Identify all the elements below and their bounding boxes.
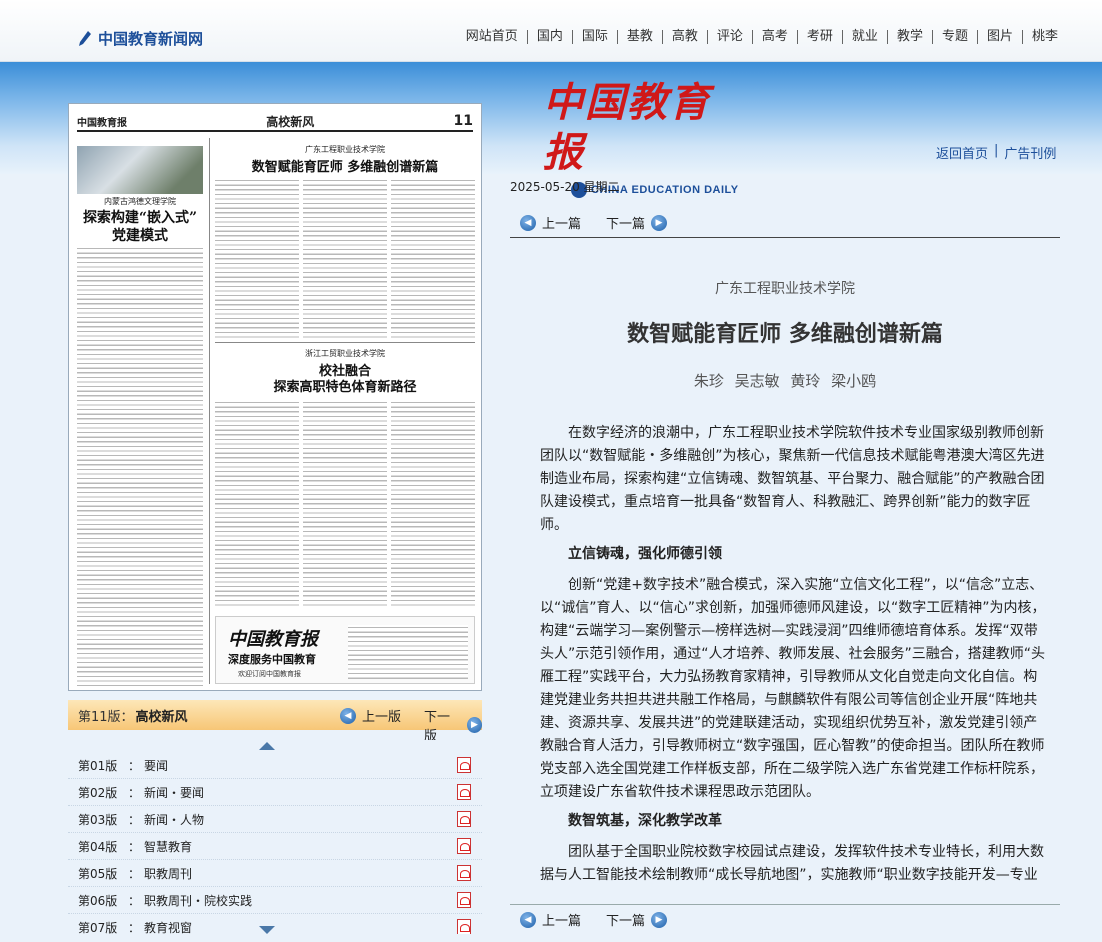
ad-details-text — [348, 625, 468, 679]
newspaper-header: 中国教育报 高校新风 11 — [77, 112, 473, 132]
nav-topics[interactable]: 专题 — [933, 30, 978, 44]
right-article-text-col2 — [303, 178, 387, 338]
nav-taoli[interactable]: 桃李 — [1023, 30, 1058, 44]
ad-small-text: 欢迎订阅中国教育报 — [238, 670, 301, 678]
newspaper-page-image[interactable]: 中国教育报 高校新风 11 内蒙古鸿德文理学院 探索构建“嵌入式” 党建模式 广… — [68, 103, 482, 691]
list-item[interactable]: 第05版： 职教周刊 — [68, 860, 482, 887]
top-bar: 中国教育新闻网 网站首页 国内 国际 基教 高教 评论 高考 考研 就业 教学 … — [0, 0, 1102, 62]
nav-home[interactable]: 网站首页 — [457, 30, 528, 44]
right-article2-text-col3 — [391, 400, 475, 608]
nav-commentary[interactable]: 评论 — [708, 30, 753, 44]
arrow-right-icon: ▶ — [651, 911, 668, 928]
nav-gaokao[interactable]: 高考 — [753, 30, 798, 44]
section-heading: 立信铸魂，强化师德引领 — [568, 546, 722, 562]
site-logo-text: 中国教育新闻网 — [98, 30, 204, 48]
pdf-icon[interactable] — [457, 838, 471, 854]
left-headline-1: 探索构建“嵌入式” — [82, 210, 198, 226]
right-headline-1: 数智赋能育匠师 多维融创谱新篇 — [251, 160, 439, 175]
nav-employment[interactable]: 就业 — [843, 30, 888, 44]
ad-logo: 中国教育报 — [228, 629, 318, 650]
pdf-icon[interactable] — [457, 811, 471, 827]
nav-teaching[interactable]: 教学 — [888, 30, 933, 44]
right-headline-2b: 探索高职特色体育新路径 — [273, 380, 417, 395]
arrow-right-icon: ▶ — [466, 717, 482, 733]
prev-article-button[interactable]: ◀ 上一篇 — [520, 213, 581, 232]
right-school-name-2: 浙江工贸职业技术学院 — [305, 349, 385, 358]
header-links: 返回首页 | 广告刊例 — [936, 143, 1056, 162]
nav-basic-education[interactable]: 基教 — [618, 30, 663, 44]
article-body: 在数字经济的浪潮中，广东工程职业技术学院软件技术专业国家级别教师创新团队以“数智… — [540, 422, 1046, 886]
right-article2-text-col1 — [215, 400, 299, 608]
article-divider — [215, 342, 475, 343]
article-content: 广东工程职业技术学院 数智赋能育匠师 多维融创谱新篇 朱珍 吴志敏 黄玲 梁小鸥… — [510, 244, 1060, 886]
left-school-name: 内蒙古鸿德文理学院 — [104, 197, 176, 206]
right-article2-text-col2 — [303, 400, 387, 608]
pdf-icon[interactable] — [457, 892, 471, 908]
list-item[interactable]: 第04版： 智慧教育 — [68, 833, 482, 860]
newspaper-logo: 中国教育报 — [77, 117, 127, 129]
paragraph: 团队基于全国职业院校数字校园试点建设，发挥软件技术专业特长，利用大数据与人工智能… — [540, 844, 1044, 883]
scroll-up-icon[interactable] — [259, 742, 275, 750]
link-separator: | — [994, 143, 999, 158]
right-article-text-col3 — [391, 178, 475, 338]
pdf-icon[interactable] — [457, 919, 471, 934]
list-item[interactable]: 第03版： 新闻・人物 — [68, 806, 482, 833]
edition-list: 第01版： 要闻 第02版： 新闻・要闻 第03版： 新闻・人物 第04版： 智… — [68, 740, 482, 934]
next-edition-button[interactable]: 下一版 ▶ — [424, 706, 482, 744]
site-logo[interactable]: 中国教育新闻网 — [78, 28, 203, 49]
arrow-right-icon: ▶ — [651, 214, 668, 231]
arrow-left-icon: ◀ — [340, 707, 356, 724]
article-authors: 朱珍 吴志敏 黄玲 梁小鸥 — [693, 372, 877, 390]
pen-icon — [79, 30, 91, 46]
ad-slogan: 深度服务中国教育 — [228, 653, 316, 666]
nav-pictures[interactable]: 图片 — [978, 30, 1023, 44]
prev-article-button[interactable]: ◀ 上一篇 — [520, 910, 581, 929]
list-item[interactable]: 第07版： 教育视窗 — [68, 914, 482, 934]
edition-label: 第11版： — [78, 709, 134, 725]
arrow-left-icon: ◀ — [520, 911, 536, 928]
arrow-left-icon: ◀ — [520, 214, 536, 231]
ad-rates-link[interactable]: 广告刊例 — [1004, 143, 1056, 162]
paragraph: 在数字经济的浪潮中，广东工程职业技术学院软件技术专业国家级别教师创新团队以“数智… — [540, 425, 1045, 533]
edition-bar: 第11版： 高校新风 ◀ 上一版 下一版 ▶ — [68, 700, 482, 744]
article-nav-top: ◀ 上一篇 下一篇 ▶ — [510, 208, 1060, 238]
newspaper-advertisement: 中国教育报 深度服务中国教育 欢迎订阅中国教育报 — [215, 616, 475, 684]
right-article-text-col1 — [215, 178, 299, 338]
newspaper-section: 高校新风 — [266, 114, 315, 129]
masthead-logo: 中国教育报 CHINA EDUCATION DAILY — [543, 78, 743, 198]
article-panel: 2025-05-20 星期二 ◀ 上一篇 下一篇 ▶ 广东工程职业技术学院 数智… — [510, 172, 1060, 942]
article-title: 数智赋能育匠师 多维融创谱新篇 — [627, 321, 943, 347]
edition-list-rows: 第01版： 要闻 第02版： 新闻・要闻 第03版： 新闻・人物 第04版： 智… — [68, 752, 482, 934]
nav-postgraduate[interactable]: 考研 — [798, 30, 843, 44]
pdf-icon[interactable] — [457, 865, 471, 881]
list-item[interactable]: 第06版： 职教周刊・院校实践 — [68, 887, 482, 914]
list-item[interactable]: 第02版： 新闻・要闻 — [68, 779, 482, 806]
list-item[interactable]: 第01版： 要闻 — [68, 752, 482, 779]
column-divider — [209, 138, 210, 684]
pdf-icon[interactable] — [457, 784, 471, 800]
nav-domestic[interactable]: 国内 — [528, 30, 573, 44]
scroll-down-icon[interactable] — [259, 926, 275, 934]
nav-higher-education[interactable]: 高教 — [663, 30, 708, 44]
newspaper-photo — [77, 146, 203, 194]
pdf-icon[interactable] — [457, 757, 471, 773]
section-heading: 数智筑基，深化教学改革 — [568, 813, 722, 829]
edition-name: 高校新风 — [135, 709, 188, 725]
masthead-title: 中国教育报 — [543, 79, 711, 176]
prev-edition-button[interactable]: ◀ 上一版 — [340, 706, 401, 725]
nav-international[interactable]: 国际 — [573, 30, 618, 44]
issue-date: 2025-05-20 星期二 — [510, 180, 620, 194]
main-nav: 网站首页 国内 国际 基教 高教 评论 高考 考研 就业 教学 专题 图片 桃李 — [457, 30, 1058, 44]
newspaper-page-number: 11 — [453, 113, 473, 129]
left-headline-2: 党建模式 — [112, 228, 168, 244]
article-nav-bottom: ◀ 上一篇 下一篇 ▶ — [510, 904, 1060, 934]
article-kicker: 广东工程职业技术学院 — [715, 281, 855, 297]
next-article-button[interactable]: 下一篇 ▶ — [606, 910, 668, 929]
left-article-text — [77, 246, 203, 686]
right-school-name-1: 广东工程职业技术学院 — [305, 145, 385, 154]
next-article-button[interactable]: 下一篇 ▶ — [606, 213, 668, 232]
back-home-link[interactable]: 返回首页 — [936, 143, 988, 162]
paragraph: 创新“党建+数字技术”融合模式，深入实施“立信文化工程”，以“信念”立志、以“诚… — [540, 577, 1046, 800]
